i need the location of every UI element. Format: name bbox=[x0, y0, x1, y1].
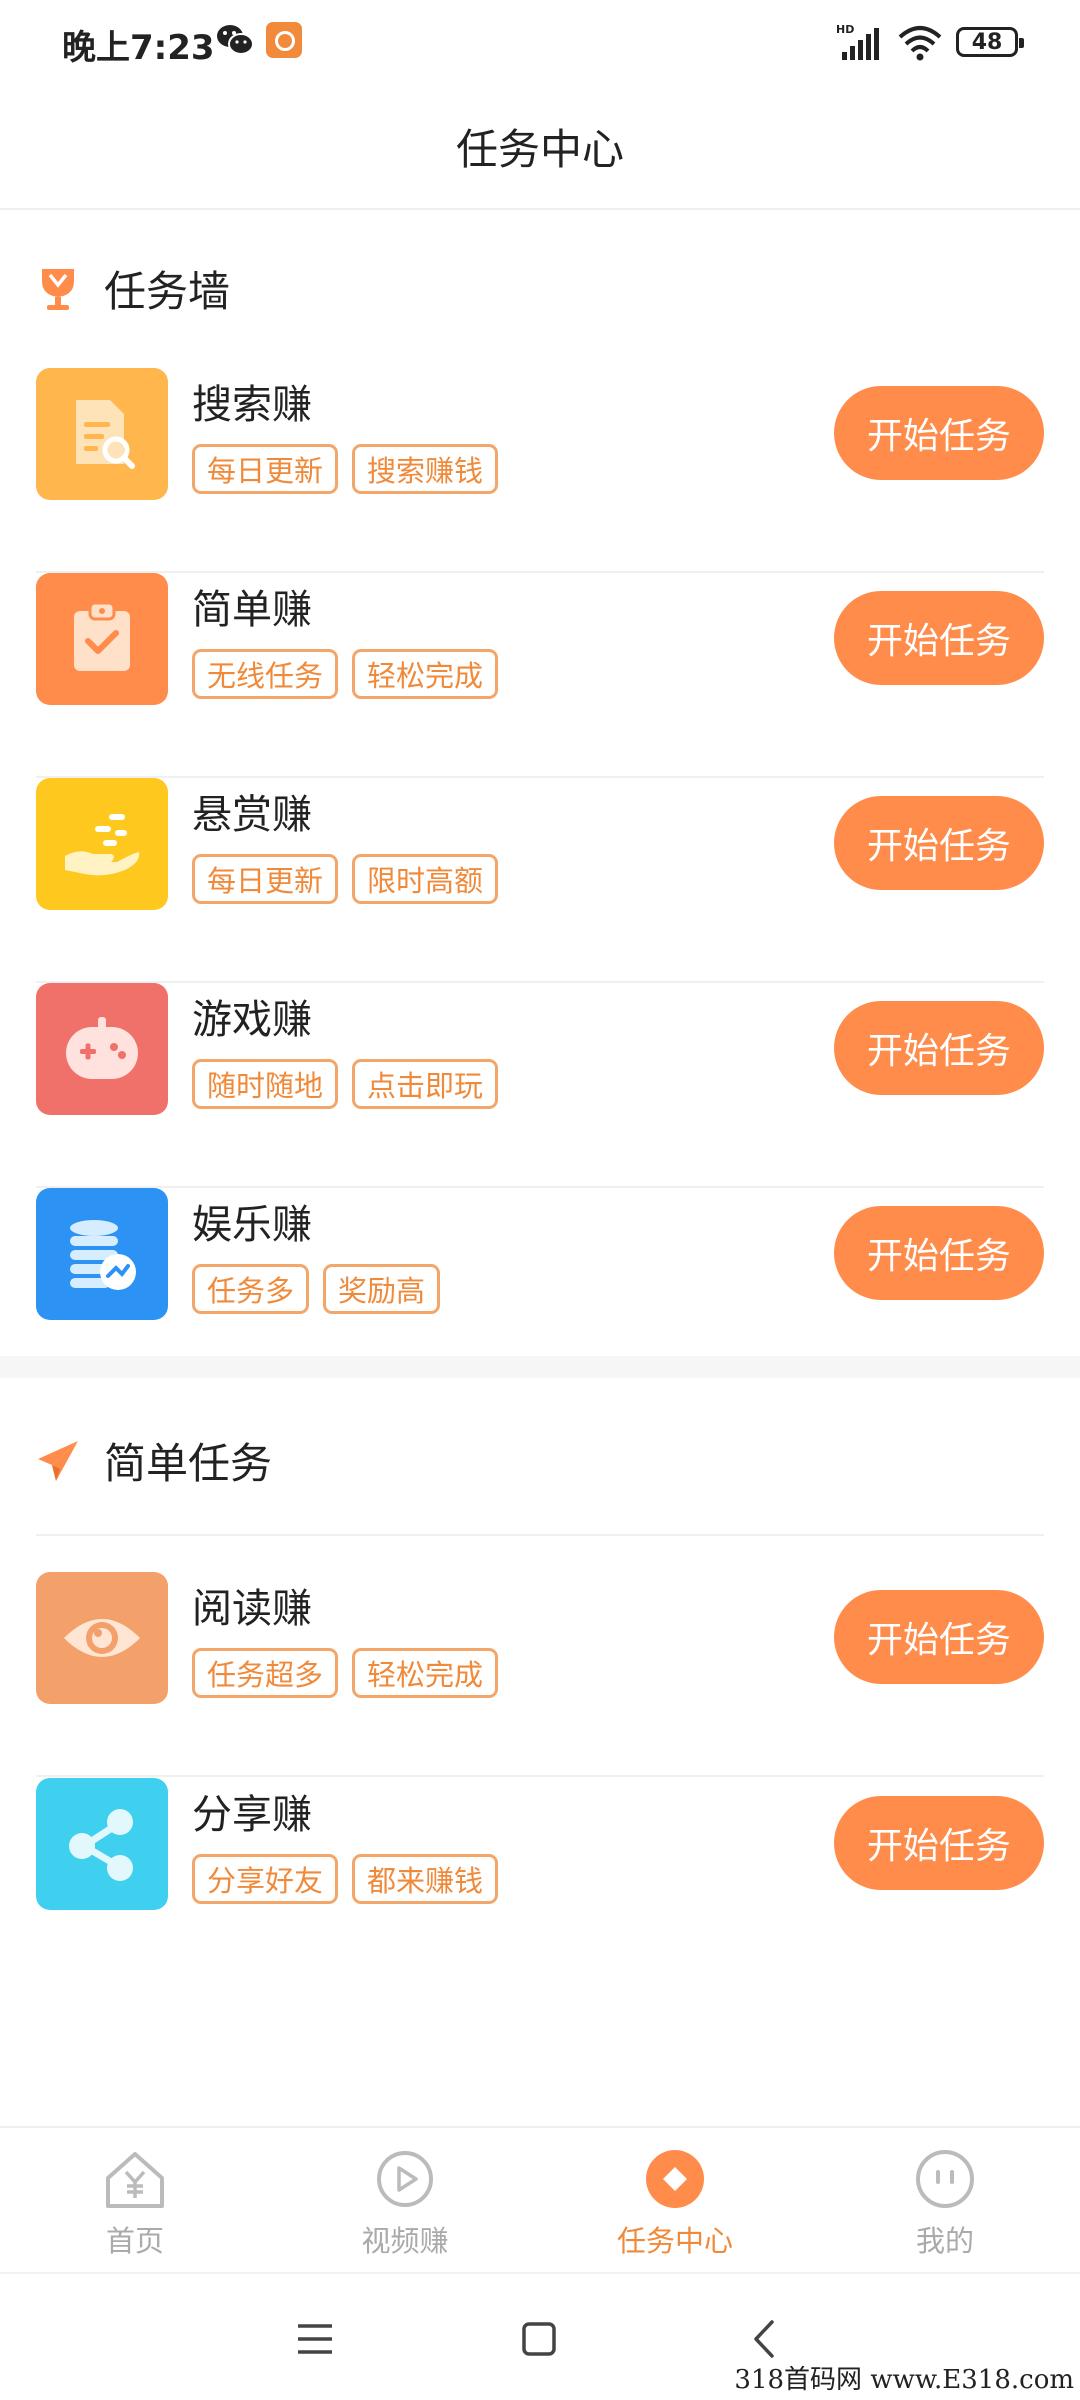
section-title: 简单任务 bbox=[104, 1439, 273, 1488]
divider bbox=[36, 1775, 1044, 1777]
start-task-button[interactable]: 开始任务 bbox=[834, 1590, 1044, 1684]
section-task-wall-header: 任务墙 bbox=[36, 258, 230, 319]
tag: 搜索赚钱 bbox=[352, 444, 499, 494]
section-simple-tasks-header: 简单任务 bbox=[36, 1430, 272, 1491]
tag: 都来赚钱 bbox=[352, 1854, 499, 1904]
watermark: 318首码网 www.E318.com bbox=[734, 2365, 1074, 2395]
trophy-icon bbox=[42, 268, 74, 310]
tag: 轻松完成 bbox=[352, 649, 499, 699]
paper-plane-icon bbox=[38, 1440, 78, 1481]
tag: 分享好友 bbox=[192, 1854, 339, 1904]
signal-icon: HD bbox=[836, 23, 879, 60]
tag-list: 每日更新 搜索赚钱 bbox=[192, 444, 499, 494]
tab-label: 视频赚 bbox=[361, 2224, 449, 2258]
menu-icon[interactable] bbox=[290, 2314, 340, 2364]
header: 任务中心 bbox=[0, 84, 1080, 210]
start-task-button[interactable]: 开始任务 bbox=[834, 796, 1044, 890]
tag: 随时随地 bbox=[192, 1059, 339, 1109]
task-name: 游戏赚 bbox=[192, 997, 312, 1043]
network-label: HD bbox=[836, 23, 854, 36]
tag: 无线任务 bbox=[192, 649, 339, 699]
start-task-button[interactable]: 开始任务 bbox=[834, 1001, 1044, 1095]
task-name: 娱乐赚 bbox=[192, 1202, 312, 1248]
tag-list: 随时随地 点击即玩 bbox=[192, 1059, 499, 1109]
tag-list: 任务多 奖励高 bbox=[192, 1264, 441, 1314]
tab-video-earn[interactable]: 视频赚 bbox=[270, 2128, 540, 2272]
wifi-icon bbox=[898, 26, 942, 61]
tag: 点击即玩 bbox=[352, 1059, 499, 1109]
task-name: 分享赚 bbox=[192, 1792, 312, 1838]
system-navigation-bar: 318首码网 www.E318.com bbox=[0, 2272, 1080, 2400]
task-row-read: 阅读赚 任务超多 轻松完成 开始任务 bbox=[36, 1572, 1044, 1777]
hand-coins-icon bbox=[36, 778, 168, 910]
task-row-simple: 简单赚 无线任务 轻松完成 开始任务 bbox=[36, 573, 1044, 778]
status-time: 晚上7:23 bbox=[62, 28, 215, 68]
tag-list: 无线任务 轻松完成 bbox=[192, 649, 499, 699]
status-right: HD 48 bbox=[836, 20, 1024, 64]
clipboard-check-icon bbox=[36, 573, 168, 705]
bottom-tab-bar: 首页 视频赚 任务中心 我的 bbox=[0, 2126, 1080, 2272]
task-row-search: 搜索赚 每日更新 搜索赚钱 开始任务 bbox=[36, 368, 1044, 573]
tag: 任务超多 bbox=[192, 1648, 339, 1698]
coin-stack-icon bbox=[36, 1188, 168, 1320]
tab-task-center[interactable]: 任务中心 bbox=[540, 2128, 810, 2272]
start-task-button[interactable]: 开始任务 bbox=[834, 1206, 1044, 1300]
start-task-button[interactable]: 开始任务 bbox=[834, 591, 1044, 685]
task-row-share: 分享赚 分享好友 都来赚钱 开始任务 bbox=[36, 1778, 1044, 1983]
app-notification-icon bbox=[266, 22, 302, 58]
battery-icon: 48 bbox=[956, 27, 1024, 57]
tab-me[interactable]: 我的 bbox=[810, 2128, 1080, 2272]
page-title: 任务中心 bbox=[455, 124, 624, 174]
section-title: 任务墙 bbox=[104, 267, 231, 316]
profile-face-icon bbox=[916, 2150, 974, 2208]
tag-list: 每日更新 限时高额 bbox=[192, 854, 499, 904]
tag-list: 任务超多 轻松完成 bbox=[192, 1648, 499, 1698]
home-yen-icon bbox=[106, 2152, 164, 2208]
task-name: 简单赚 bbox=[192, 587, 312, 633]
task-diamond-icon bbox=[646, 2150, 704, 2208]
task-name: 悬赏赚 bbox=[192, 792, 312, 838]
start-task-button[interactable]: 开始任务 bbox=[834, 386, 1044, 480]
document-search-icon bbox=[36, 368, 168, 500]
share-icon bbox=[36, 1778, 168, 1910]
battery-level: 48 bbox=[971, 29, 1003, 55]
back-icon[interactable] bbox=[740, 2314, 790, 2364]
home-square-icon[interactable] bbox=[514, 2314, 564, 2364]
start-task-button[interactable]: 开始任务 bbox=[834, 1796, 1044, 1890]
wechat-icon bbox=[217, 25, 254, 55]
status-bar: 晚上7:23 HD 48 bbox=[0, 0, 1080, 84]
divider bbox=[36, 1534, 1044, 1536]
tab-label: 任务中心 bbox=[616, 2224, 733, 2258]
tag-list: 分享好友 都来赚钱 bbox=[192, 1854, 499, 1904]
tag: 奖励高 bbox=[323, 1264, 441, 1314]
task-name: 阅读赚 bbox=[192, 1586, 312, 1632]
gamepad-icon bbox=[36, 983, 168, 1115]
play-circle-icon bbox=[377, 2151, 433, 2207]
tab-label: 首页 bbox=[105, 2224, 164, 2258]
section-separator bbox=[0, 1356, 1080, 1378]
tab-label: 我的 bbox=[915, 2224, 974, 2258]
task-name: 搜索赚 bbox=[192, 382, 312, 428]
eye-icon bbox=[36, 1572, 168, 1704]
tag: 每日更新 bbox=[192, 854, 339, 904]
task-row-bounty: 悬赏赚 每日更新 限时高额 开始任务 bbox=[36, 778, 1044, 983]
tag: 每日更新 bbox=[192, 444, 339, 494]
tag: 轻松完成 bbox=[352, 1648, 499, 1698]
tag: 任务多 bbox=[192, 1264, 310, 1314]
tab-home[interactable]: 首页 bbox=[0, 2128, 270, 2272]
tag: 限时高额 bbox=[352, 854, 499, 904]
task-row-game: 游戏赚 随时随地 点击即玩 开始任务 bbox=[36, 983, 1044, 1188]
